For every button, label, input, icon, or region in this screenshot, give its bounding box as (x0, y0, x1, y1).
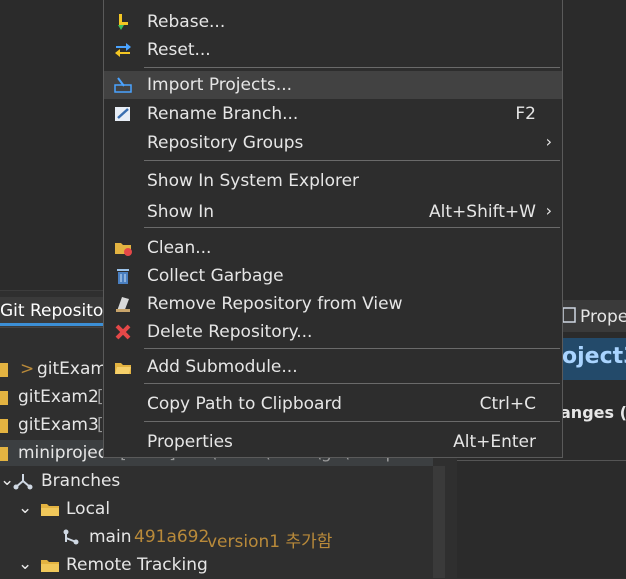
menu-item-label: Repository Groups (147, 133, 304, 153)
submenu-arrow-icon: › (545, 201, 552, 220)
menu-item-delete-repository[interactable]: Delete Repository... (104, 318, 562, 346)
menu-separator (144, 67, 560, 68)
submenu-arrow-icon: › (545, 132, 552, 151)
menu-item-label: Clean... (147, 238, 212, 258)
menu-item-label: Rename Branch... (147, 104, 299, 124)
menu-item-label: Show In (147, 202, 215, 222)
tree-item-local[interactable]: ⌄ Local (0, 496, 433, 522)
tree-item-label: Local (66, 499, 111, 519)
menu-item-copy-path[interactable]: Copy Path to Clipboard Ctrl+C (104, 390, 562, 418)
properties-icon (562, 307, 576, 323)
tree-item-label: miniproject (18, 443, 114, 463)
commit-message: version1 추가함 (207, 532, 333, 552)
menu-item-label: Reset... (147, 40, 211, 60)
menu-item-shortcut: F2 (515, 104, 536, 124)
menu-item-collect-garbage[interactable]: Collect Garbage (104, 262, 562, 290)
menu-item-rename-branch[interactable]: Rename Branch... F2 (104, 100, 562, 128)
menu-item-label: Show In System Explorer (147, 171, 360, 191)
menu-item-shortcut: Alt+Enter (453, 432, 536, 452)
menu-separator (144, 348, 560, 349)
tree-item-branches[interactable]: ⌄ Branches (0, 468, 433, 494)
menu-item-clean[interactable]: Clean... (104, 234, 562, 262)
menu-item-label: Rebase... (147, 12, 226, 32)
menu-item-repository-groups[interactable]: Repository Groups › (104, 129, 562, 157)
tree-item-label: gitExam3 (18, 415, 99, 435)
menu-item-label: Copy Path to Clipboard (147, 394, 342, 414)
repository-icon (0, 391, 8, 405)
folder-icon (41, 560, 59, 572)
rename-icon (115, 107, 130, 121)
rebase-icon (118, 14, 128, 30)
menu-item-show-in[interactable]: Show In Alt+Shift+W › (104, 198, 562, 226)
branches-icon (13, 474, 33, 490)
properties-section-header: anges ( (560, 403, 626, 422)
folder-icon (41, 504, 59, 516)
menu-item-properties[interactable]: Properties Alt+Enter (104, 428, 562, 456)
import-projects-icon (114, 77, 132, 93)
properties-title: oject3 (562, 344, 626, 369)
tree-item-label: gitExam (37, 359, 107, 379)
branch-icon (63, 529, 79, 545)
menu-item-reset[interactable]: Reset... (104, 36, 562, 64)
menu-item-import-projects[interactable]: Import Projects... (104, 71, 562, 99)
menu-item-label: Add Submodule... (147, 357, 298, 377)
tree-item-label: Branches (41, 471, 121, 491)
menu-separator (144, 383, 560, 384)
add-submodule-icon (115, 363, 131, 374)
tree-item-label: Remote Tracking (66, 555, 208, 575)
commit-id: 491a692 (134, 527, 210, 547)
clean-icon (115, 243, 132, 256)
menu-item-label: Collect Garbage (147, 266, 284, 286)
tree-item-label: main (89, 527, 132, 547)
decorator-prefix: > (20, 359, 35, 379)
menu-item-show-in-system-explorer[interactable]: Show In System Explorer (104, 167, 562, 195)
delete-icon (115, 324, 131, 340)
menu-separator (144, 421, 560, 422)
menu-separator (144, 160, 560, 161)
menu-item-shortcut: Ctrl+C (479, 394, 536, 414)
menu-item-label: Properties (147, 432, 233, 452)
vertical-scrollbar[interactable] (433, 466, 445, 578)
chevron-down-icon[interactable]: ⌄ (18, 554, 32, 574)
repository-icon (0, 419, 8, 433)
menu-separator (144, 227, 560, 228)
menu-item-label: Delete Repository... (147, 322, 313, 342)
repository-icon (0, 447, 8, 461)
tab-properties-label: Prope (580, 307, 626, 327)
tree-item-main-branch[interactable]: main 491a692 version1 추가함 (0, 524, 433, 552)
menu-item-rebase[interactable]: Rebase... (104, 8, 562, 36)
reset-icon (115, 43, 131, 57)
remove-icon (116, 297, 130, 312)
tree-item-label: gitExam2 (18, 387, 99, 407)
menu-item-remove-repository[interactable]: Remove Repository from View (104, 290, 562, 318)
tree-item-remote-tracking[interactable]: ⌄ Remote Tracking (0, 552, 433, 578)
tab-git-repositories-label: Git Repositor (0, 301, 111, 321)
menu-item-label: Import Projects... (147, 75, 293, 95)
active-tab-indicator (0, 323, 104, 326)
chevron-down-icon[interactable]: ⌄ (18, 498, 32, 518)
repository-icon (0, 363, 8, 377)
trash-icon (117, 269, 129, 284)
menu-item-shortcut: Alt+Shift+W (429, 202, 536, 222)
menu-item-label: Remove Repository from View (147, 294, 403, 314)
menu-item-add-submodule[interactable]: Add Submodule... (104, 353, 562, 381)
context-menu: Rebase... Reset... Import Projects... Re… (103, 0, 563, 458)
view-divider (457, 460, 626, 461)
